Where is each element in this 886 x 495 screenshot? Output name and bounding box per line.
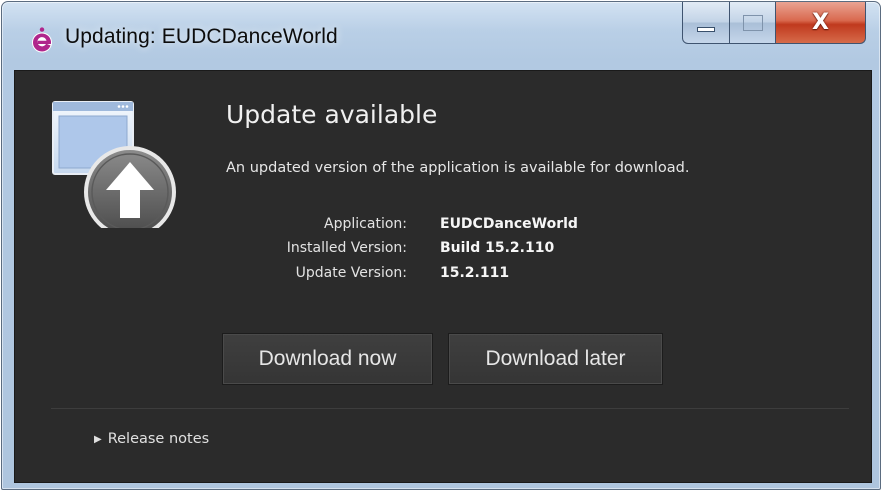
app-icon [32, 27, 52, 53]
minimize-icon [697, 27, 715, 32]
close-button[interactable]: X [776, 2, 866, 44]
update-heading: Update available [226, 100, 438, 129]
disclosure-arrow-icon: ▶ [94, 433, 102, 445]
release-notes-label: Release notes [107, 431, 210, 447]
download-now-button[interactable]: Download now [222, 333, 433, 385]
maximize-button[interactable] [730, 2, 776, 44]
maximize-icon [742, 14, 763, 31]
update-description: An updated version of the application is… [226, 160, 690, 176]
installed-version-value: Build 15.2.110 [440, 240, 555, 256]
installed-version-label: Installed Version: [286, 240, 407, 256]
release-notes-toggle[interactable]: ▶ Release notes [94, 431, 209, 447]
window-controls: X [682, 2, 866, 44]
application-label: Application: [324, 216, 407, 232]
dialog-content: Update available An updated version of t… [14, 70, 872, 483]
title-bar[interactable]: Updating: EUDCDanceWorld X [2, 2, 880, 72]
update-dialog-window: Updating: EUDCDanceWorld X Update availa… [1, 1, 881, 490]
application-value: EUDCDanceWorld [440, 216, 578, 232]
divider [51, 408, 849, 409]
update-arrow-icon [52, 101, 176, 228]
download-later-button[interactable]: Download later [448, 333, 663, 385]
close-icon: X [812, 10, 829, 35]
update-version-label: Update Version: [295, 265, 407, 281]
minimize-button[interactable] [682, 2, 730, 44]
update-version-value: 15.2.111 [440, 265, 510, 281]
window-title: Updating: EUDCDanceWorld [65, 25, 338, 48]
